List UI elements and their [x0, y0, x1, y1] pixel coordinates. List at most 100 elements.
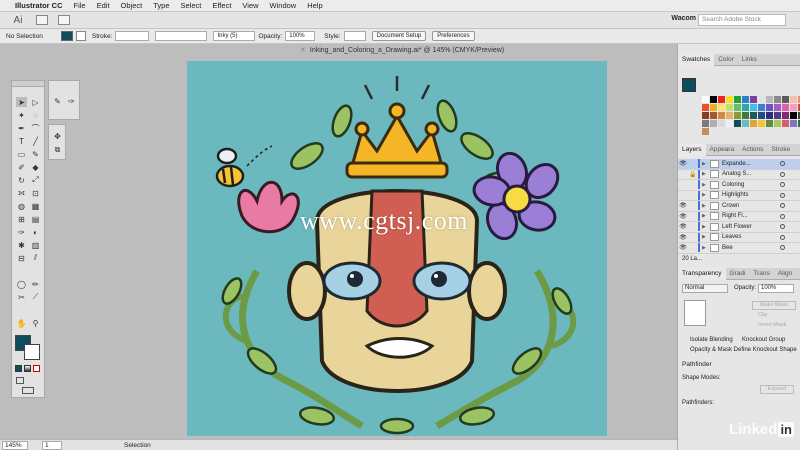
color-swatch[interactable]: [782, 120, 789, 127]
color-swatch[interactable]: [734, 104, 741, 111]
menu-window[interactable]: Window: [270, 1, 297, 10]
target-circle-icon[interactable]: [780, 192, 785, 198]
tab-color[interactable]: Color: [714, 56, 738, 63]
color-swatch[interactable]: [782, 96, 789, 103]
visibility-eye-icon[interactable]: 👁: [678, 234, 688, 241]
gradient-mode-icon[interactable]: [24, 365, 31, 372]
visibility-eye-icon[interactable]: 👁: [678, 244, 688, 251]
layer-row[interactable]: 👁 ▶ Expande...: [678, 159, 800, 170]
lasso-tool-icon[interactable]: ◌: [30, 110, 41, 120]
document-tab[interactable]: ✕ Inking_and_Coloring_a_Drawing.ai* @ 14…: [300, 46, 504, 55]
stroke-swatch-large[interactable]: [24, 344, 40, 360]
adobe-stock-search-input[interactable]: Search Adobe Stock: [698, 14, 786, 26]
document-setup-button[interactable]: Document Setup: [371, 31, 427, 41]
color-swatch[interactable]: [702, 96, 709, 103]
color-swatch[interactable]: [766, 96, 773, 103]
stroke-weight-input[interactable]: [115, 31, 150, 41]
color-swatch[interactable]: [782, 104, 789, 111]
color-mode-buttons[interactable]: [15, 365, 42, 373]
color-swatch[interactable]: [734, 112, 741, 119]
visibility-eye-icon[interactable]: 👁: [678, 202, 688, 209]
graphic-style-select[interactable]: [343, 31, 366, 41]
color-swatch[interactable]: [758, 112, 765, 119]
close-document-icon[interactable]: ✕: [300, 46, 306, 54]
none-mode-icon[interactable]: [33, 365, 40, 372]
color-swatch[interactable]: [742, 112, 749, 119]
color-swatch[interactable]: [726, 96, 733, 103]
color-swatch[interactable]: [742, 96, 749, 103]
rectangle-tool-icon[interactable]: ▭: [16, 149, 27, 159]
expand-arrow-icon[interactable]: ▶: [702, 203, 710, 209]
tab-transparency[interactable]: Transparency: [678, 267, 726, 280]
current-tool-status[interactable]: Selection: [124, 442, 151, 449]
hand-tool-icon[interactable]: ✋: [16, 318, 27, 328]
visibility-eye-icon[interactable]: 👁: [678, 213, 688, 220]
color-swatch[interactable]: [750, 112, 757, 119]
color-swatch[interactable]: [766, 104, 773, 111]
perspective-grid-tool-icon[interactable]: ▦: [30, 201, 41, 211]
expand-arrow-icon[interactable]: ▶: [702, 213, 710, 219]
workspace-switcher[interactable]: Wacom: [671, 15, 696, 22]
artboard-tool-icon[interactable]: ⊟: [16, 253, 27, 263]
color-swatch[interactable]: [718, 120, 725, 127]
puppet-warp-tool-icon[interactable]: ✥: [52, 131, 63, 141]
app-menu[interactable]: Illustrator CC: [15, 1, 63, 10]
opacity-input[interactable]: 100%: [285, 31, 316, 41]
artboard[interactable]: www.cgtsj.com: [187, 61, 607, 436]
color-swatch[interactable]: [718, 112, 725, 119]
line-segment-tool-icon[interactable]: ╱: [30, 136, 41, 146]
expand-arrow-icon[interactable]: ▶: [702, 171, 710, 177]
color-swatch[interactable]: [710, 104, 717, 111]
target-circle-icon[interactable]: [780, 171, 785, 177]
tools-panel-header[interactable]: [12, 81, 44, 87]
color-swatch[interactable]: [710, 96, 717, 103]
color-swatch[interactable]: [774, 112, 781, 119]
color-swatch[interactable]: [702, 120, 709, 127]
draw-mode-icon[interactable]: [16, 377, 24, 384]
color-swatch[interactable]: [702, 128, 709, 135]
color-swatch[interactable]: [790, 104, 797, 111]
brush-definition-select[interactable]: Inky (5): [213, 31, 256, 41]
magic-wand-tool-icon[interactable]: ✦: [16, 110, 27, 120]
color-swatch[interactable]: [734, 96, 741, 103]
expand-arrow-icon[interactable]: ▶: [702, 245, 710, 251]
color-swatch[interactable]: [774, 104, 781, 111]
scissors-tool-icon[interactable]: ✂: [16, 292, 27, 302]
blob-brush-tool-icon[interactable]: ✎: [52, 96, 63, 106]
shape-builder-tool-icon[interactable]: ◍: [16, 201, 27, 211]
color-swatch[interactable]: [758, 96, 765, 103]
eraser-tool-icon[interactable]: ◆: [30, 162, 41, 172]
tab-actions[interactable]: Actions: [738, 146, 767, 153]
color-swatch[interactable]: [726, 112, 733, 119]
menu-file[interactable]: File: [74, 1, 86, 10]
slice-tool-icon[interactable]: ⫽: [30, 253, 41, 263]
curvature-tool-icon[interactable]: ⌒: [30, 123, 41, 133]
expand-arrow-icon[interactable]: ▶: [702, 224, 710, 230]
layer-row[interactable]: 👁 ▶ Crown: [678, 201, 800, 212]
color-swatch[interactable]: [742, 120, 749, 127]
pen-tool-icon[interactable]: ✒: [16, 123, 27, 133]
menu-edit[interactable]: Edit: [97, 1, 110, 10]
color-swatch[interactable]: [774, 96, 781, 103]
color-swatch[interactable]: [758, 104, 765, 111]
target-circle-icon[interactable]: [780, 161, 785, 167]
layer-row[interactable]: 👁 ▶ Bee: [678, 243, 800, 254]
color-swatch[interactable]: [726, 120, 733, 127]
layer-row[interactable]: 👁 ▶ Right Fl...: [678, 211, 800, 222]
tab-stroke[interactable]: Stroke: [767, 146, 794, 153]
color-swatch[interactable]: [766, 120, 773, 127]
tab-layers[interactable]: Layers: [678, 143, 706, 156]
layer-row[interactable]: 👁 ▶ Left Flower: [678, 222, 800, 233]
menu-select[interactable]: Select: [181, 1, 202, 10]
expand-arrow-icon[interactable]: ▶: [702, 192, 710, 198]
column-graph-tool-icon[interactable]: ▥: [30, 240, 41, 250]
color-swatch[interactable]: [750, 120, 757, 127]
menu-effect[interactable]: Effect: [212, 1, 231, 10]
fill-color-swatch[interactable]: [60, 31, 73, 41]
color-swatch[interactable]: [702, 112, 709, 119]
stroke-color-swatch[interactable]: [75, 31, 86, 41]
color-swatch[interactable]: [718, 96, 725, 103]
target-circle-icon[interactable]: [780, 245, 785, 251]
current-fill-swatch[interactable]: [682, 78, 696, 92]
color-mode-icon[interactable]: [15, 365, 22, 372]
